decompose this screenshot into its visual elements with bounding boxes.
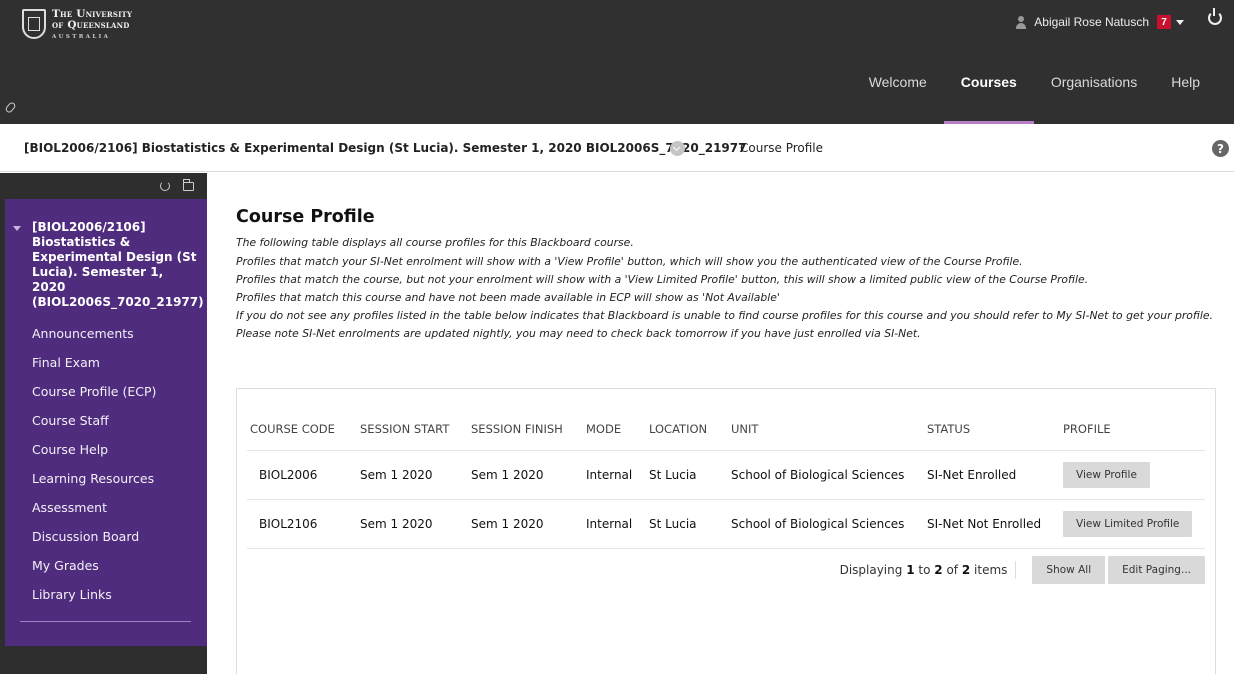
sidebar-divider <box>20 621 191 622</box>
tab-help[interactable]: Help <box>1154 65 1234 124</box>
logout-power-icon[interactable] <box>1208 8 1222 25</box>
sidebar-item-course-help[interactable]: Course Help <box>5 435 207 464</box>
status-cell: SI-Net Enrolled <box>924 450 1060 500</box>
session-finish-cell: Sem 1 2020 <box>468 450 583 500</box>
chevron-down-icon[interactable] <box>1176 19 1184 25</box>
course-menu-panel: [BIOL2006/2106] Biostatistics & Experime… <box>0 173 207 674</box>
course-menu: [BIOL2006/2106] Biostatistics & Experime… <box>5 199 207 646</box>
tab-welcome[interactable]: Welcome <box>852 65 944 124</box>
status-cell: SI-Net Not Enrolled <box>924 499 1060 549</box>
course-breadcrumb-bar: [BIOL2006/2106] Biostatistics & Experime… <box>0 124 1234 172</box>
note-line: Profiles that match this course and have… <box>236 291 780 304</box>
course-menu-title[interactable]: [BIOL2006/2106] Biostatistics & Experime… <box>32 220 204 310</box>
logo-line-3: AUSTRALIA <box>52 34 111 40</box>
table-row: BIOL2006 Sem 1 2020 Sem 1 2020 Internal … <box>247 450 1205 500</box>
column-header: LOCATION <box>646 415 728 451</box>
course-menu-chevron-icon[interactable] <box>670 141 685 156</box>
refresh-icon[interactable] <box>160 181 170 191</box>
course-menu-tools <box>0 173 207 199</box>
mode-cell: Internal <box>583 499 646 549</box>
mode-cell: Internal <box>583 450 646 500</box>
course-menu-header[interactable]: [BIOL2006/2106] Biostatistics & Experime… <box>5 199 207 310</box>
note-line: If you do not see any profiles listed in… <box>236 309 1213 322</box>
sidebar-item-course-staff[interactable]: Course Staff <box>5 406 207 435</box>
help-icon[interactable]: ? <box>1212 140 1229 157</box>
view-profile-button[interactable]: View Profile <box>1063 461 1150 488</box>
session-start-cell: Sem 1 2020 <box>357 499 468 549</box>
intro-text: The following table displays all course … <box>236 236 634 249</box>
main-content: Course Profile The following table displ… <box>207 173 1234 674</box>
location-cell: St Lucia <box>646 450 728 500</box>
notification-badge[interactable]: 7 <box>1157 15 1171 29</box>
global-header: The University of Queensland AUSTRALIA A… <box>0 0 1234 124</box>
page-title: Course Profile <box>236 207 375 227</box>
course-title[interactable]: [BIOL2006/2106] Biostatistics & Experime… <box>24 141 746 155</box>
unit-cell: School of Biological Sciences <box>728 499 924 549</box>
profile-cell: View Limited Profile <box>1060 499 1205 549</box>
link-icon[interactable] <box>4 101 17 114</box>
user-menu[interactable]: Abigail Rose Natusch 7 <box>1016 12 1184 32</box>
sidebar-item-assessment[interactable]: Assessment <box>5 493 207 522</box>
session-start-cell: Sem 1 2020 <box>357 450 468 500</box>
location-cell: St Lucia <box>646 499 728 549</box>
column-header: SESSION FINISH <box>468 415 583 451</box>
folder-view-icon[interactable] <box>183 179 194 191</box>
sidebar-item-final-exam[interactable]: Final Exam <box>5 348 207 377</box>
uq-crest-icon <box>22 9 46 39</box>
logo-line-2: of Queensland <box>52 19 130 31</box>
course-code-cell: BIOL2106 <box>247 499 357 549</box>
sidebar-item-discussion-board[interactable]: Discussion Board <box>5 522 207 551</box>
profile-cell: View Profile <box>1060 450 1205 500</box>
user-icon <box>1016 15 1027 29</box>
sidebar-item-announcements[interactable]: Announcements <box>5 319 207 348</box>
collapse-triangle-icon[interactable] <box>13 226 21 231</box>
note-line: Profiles that match your SI-Net enrolmen… <box>236 255 1023 268</box>
session-finish-cell: Sem 1 2020 <box>468 499 583 549</box>
table-header-row: COURSE CODE SESSION START SESSION FINISH… <box>247 415 1205 451</box>
show-all-button[interactable]: Show All <box>1032 556 1106 584</box>
column-header: PROFILE <box>1060 415 1205 451</box>
paging-status: Displaying 1 to 2 of 2 items <box>840 561 1017 579</box>
page-description: The following table displays all course … <box>236 237 1226 343</box>
tab-organisations[interactable]: Organisations <box>1034 65 1154 124</box>
course-profiles-table: COURSE CODE SESSION START SESSION FINISH… <box>247 415 1205 549</box>
column-header: STATUS <box>924 415 1060 451</box>
user-name[interactable]: Abigail Rose Natusch <box>1034 15 1149 29</box>
top-nav: Welcome Courses Organisations Help <box>852 65 1234 124</box>
course-code-cell: BIOL2006 <box>247 450 357 500</box>
edit-paging-button[interactable]: Edit Paging... <box>1108 556 1205 584</box>
column-header: UNIT <box>728 415 924 451</box>
course-menu-list: Announcements Final Exam Course Profile … <box>5 319 207 609</box>
unit-cell: School of Biological Sciences <box>728 450 924 500</box>
sidebar-item-library-links[interactable]: Library Links <box>5 580 207 609</box>
sidebar-item-course-profile[interactable]: Course Profile (ECP) <box>5 377 207 406</box>
sidebar-item-learning-resources[interactable]: Learning Resources <box>5 464 207 493</box>
course-profiles-card: COURSE CODE SESSION START SESSION FINISH… <box>236 388 1216 674</box>
note-line: Please note SI-Net enrolments are update… <box>236 327 921 340</box>
column-header: MODE <box>583 415 646 451</box>
tab-courses[interactable]: Courses <box>943 65 1034 124</box>
table-row: BIOL2106 Sem 1 2020 Sem 1 2020 Internal … <box>247 499 1205 549</box>
pagination-bar: Displaying 1 to 2 of 2 items Show All Ed… <box>840 556 1205 584</box>
column-header: SESSION START <box>357 415 468 451</box>
breadcrumb-course-profile: Course Profile <box>740 141 824 155</box>
sidebar-item-my-grades[interactable]: My Grades <box>5 551 207 580</box>
uq-logo[interactable]: The University of Queensland AUSTRALIA <box>22 9 132 43</box>
column-header: COURSE CODE <box>247 415 357 451</box>
note-line: Profiles that match the course, but not … <box>236 273 1089 286</box>
view-limited-profile-button[interactable]: View Limited Profile <box>1063 510 1193 537</box>
